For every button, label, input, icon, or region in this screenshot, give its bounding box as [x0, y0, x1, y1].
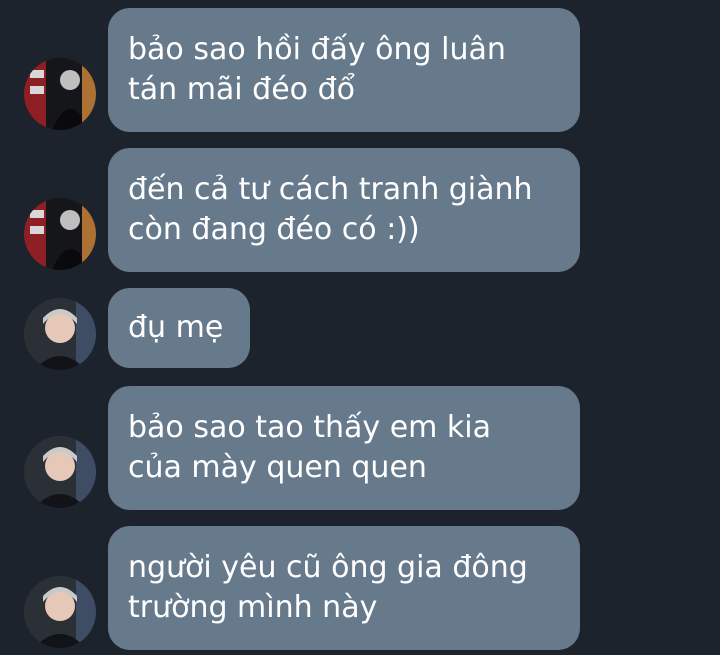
- chat-thread: bảo sao hồi đấy ông luân tán mãi đéo đổ …: [0, 0, 720, 655]
- message-text-line: tán mãi đéo đổ: [128, 72, 355, 107]
- message-text-line: bảo sao tao thấy em kia: [128, 410, 492, 445]
- message-row: đụ mẹ: [0, 288, 720, 372]
- contact-a-avatar-icon[interactable]: [24, 198, 96, 270]
- contact-b-avatar-icon[interactable]: [24, 298, 96, 370]
- message-text-line: đụ mẹ: [128, 310, 224, 345]
- message-bubble[interactable]: đụ mẹ: [108, 288, 250, 368]
- contact-a-avatar-icon[interactable]: [24, 58, 96, 130]
- message-bubble[interactable]: bảo sao tao thấy em kia của mày quen que…: [108, 386, 580, 510]
- message-text-line: đến cả tư cách tranh giành: [128, 172, 533, 207]
- message-row: bảo sao hồi đấy ông luân tán mãi đéo đổ: [0, 0, 720, 140]
- message-row: bảo sao tao thấy em kia của mày quen que…: [0, 386, 720, 516]
- message-bubble[interactable]: bảo sao hồi đấy ông luân tán mãi đéo đổ: [108, 8, 580, 132]
- message-text-line: của mày quen quen: [128, 450, 427, 485]
- message-row: người yêu cũ ông gia đông trường mình nà…: [0, 526, 720, 655]
- message-text-line: trường mình này: [128, 590, 378, 625]
- contact-b-avatar-icon[interactable]: [24, 436, 96, 508]
- message-text-line: bảo sao hồi đấy ông luân: [128, 32, 506, 67]
- message-bubble[interactable]: người yêu cũ ông gia đông trường mình nà…: [108, 526, 580, 650]
- contact-b-avatar-icon[interactable]: [24, 576, 96, 648]
- message-bubble[interactable]: đến cả tư cách tranh giành còn đang đéo …: [108, 148, 580, 272]
- message-text-line: người yêu cũ ông gia đông: [128, 550, 528, 585]
- message-row: đến cả tư cách tranh giành còn đang đéo …: [0, 140, 720, 280]
- message-text-line: còn đang đéo có :)): [128, 212, 420, 247]
